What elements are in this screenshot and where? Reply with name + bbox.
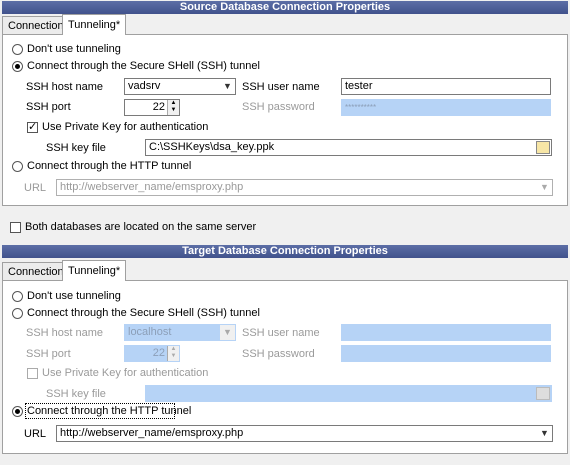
source-ssh-host-select[interactable]: vadsrv ▼ bbox=[124, 78, 236, 95]
focus-rectangle bbox=[25, 403, 175, 419]
folder-open-icon bbox=[536, 387, 550, 400]
source-no-tunnel-label: Don't use tunneling bbox=[27, 43, 121, 55]
target-url-label: URL bbox=[24, 428, 47, 440]
target-tab-connection[interactable]: Connection bbox=[2, 262, 70, 280]
target-section-title: Target Database Connection Properties bbox=[2, 245, 568, 258]
target-ssh-password-label: SSH password bbox=[242, 348, 315, 360]
target-ssh-key-file-label: SSH key file bbox=[46, 388, 106, 400]
source-ssh-key-file-input[interactable]: C:\SSHKeys\dsa_key.ppk bbox=[145, 139, 552, 156]
source-ssh-tunnel-radio[interactable] bbox=[12, 61, 23, 72]
target-ssh-port-input: 22 ▲ ▼ bbox=[124, 345, 180, 362]
folder-open-icon[interactable] bbox=[536, 141, 550, 154]
source-url-select: http://webserver_name/emsproxy.php ▼ bbox=[56, 179, 553, 196]
same-server-checkbox[interactable] bbox=[10, 222, 21, 233]
source-no-tunnel-radio[interactable] bbox=[12, 44, 23, 55]
chevron-down-icon[interactable]: ▼ bbox=[220, 79, 235, 94]
target-url-select[interactable]: http://webserver_name/emsproxy.php ▼ bbox=[56, 425, 553, 442]
port-spinner-icon[interactable]: ▲ ▼ bbox=[167, 100, 179, 115]
target-ssh-port-value: 22 bbox=[152, 347, 165, 359]
source-http-tunnel-label: Connect through the HTTP tunnel bbox=[27, 160, 192, 172]
port-spinner-icon: ▲ ▼ bbox=[167, 346, 179, 361]
target-no-tunnel-label: Don't use tunneling bbox=[27, 290, 121, 302]
target-http-tunnel-radio[interactable] bbox=[12, 406, 23, 417]
source-private-key-label: Use Private Key for authentication bbox=[42, 121, 209, 133]
target-ssh-user-input bbox=[341, 324, 551, 341]
target-ssh-host-label: SSH host name bbox=[26, 327, 104, 339]
target-url-value: http://webserver_name/emsproxy.php bbox=[60, 427, 244, 439]
source-ssh-user-label: SSH user name bbox=[242, 81, 320, 93]
target-private-key-checkbox bbox=[27, 368, 38, 379]
target-ssh-host-value: localhost bbox=[128, 326, 172, 338]
source-tab-connection[interactable]: Connection bbox=[2, 16, 70, 34]
source-private-key-checkbox[interactable] bbox=[27, 120, 38, 133]
target-ssh-password-input bbox=[341, 345, 551, 362]
target-ssh-host-select: localhost ▼ bbox=[124, 324, 236, 341]
source-ssh-key-file-label: SSH key file bbox=[46, 142, 106, 154]
same-server-label: Both databases are located on the same s… bbox=[25, 221, 257, 233]
target-ssh-user-label: SSH user name bbox=[242, 327, 320, 339]
chevron-down-icon: ▼ bbox=[540, 182, 549, 192]
source-ssh-port-value: 22 bbox=[152, 101, 165, 113]
source-ssh-port-label: SSH port bbox=[26, 101, 71, 113]
target-ssh-tunnel-label: Connect through the Secure SHell (SSH) t… bbox=[27, 307, 260, 319]
target-tab-tunneling[interactable]: Tunneling* bbox=[62, 260, 127, 281]
source-ssh-host-label: SSH host name bbox=[26, 81, 104, 93]
source-tab-tunneling[interactable]: Tunneling* bbox=[62, 14, 127, 35]
target-ssh-tunnel-radio[interactable] bbox=[12, 308, 23, 319]
source-ssh-port-input[interactable]: 22 ▲ ▼ bbox=[124, 99, 180, 116]
source-http-tunnel-radio[interactable] bbox=[12, 161, 23, 172]
target-private-key-label: Use Private Key for authentication bbox=[42, 367, 209, 379]
source-url-value: http://webserver_name/emsproxy.php bbox=[60, 181, 244, 193]
source-ssh-password-input: ********** bbox=[341, 99, 551, 116]
source-url-label: URL bbox=[24, 182, 47, 194]
source-ssh-host-value: vadsrv bbox=[128, 80, 161, 92]
chevron-down-icon: ▼ bbox=[220, 325, 235, 340]
target-ssh-key-file-input bbox=[145, 385, 552, 402]
source-section-title: Source Database Connection Properties bbox=[2, 1, 568, 14]
source-ssh-tunnel-label: Connect through the Secure SHell (SSH) t… bbox=[27, 60, 260, 72]
source-ssh-key-file-value: C:\SSHKeys\dsa_key.ppk bbox=[149, 141, 275, 153]
target-ssh-port-label: SSH port bbox=[26, 348, 71, 360]
source-ssh-password-label: SSH password bbox=[242, 101, 315, 113]
chevron-down-icon[interactable]: ▼ bbox=[537, 426, 552, 441]
source-ssh-user-input[interactable]: tester bbox=[341, 78, 551, 95]
target-no-tunnel-radio[interactable] bbox=[12, 291, 23, 302]
